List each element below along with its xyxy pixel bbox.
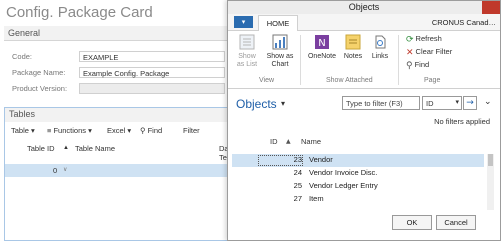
row-id: 23 [293,155,302,164]
code-field[interactable]: EXAMPLE [79,51,225,62]
row-id: 25 [293,181,302,190]
excel-menu-label: Excel [107,126,126,135]
filter-field-select[interactable]: ID ▾ [422,96,462,110]
tables-column-headers: Table ID ▲ Table Name Da Te [5,142,229,164]
show-as-chart-button[interactable]: Show as Chart [264,33,296,69]
show-as-list-label: Show as List [236,53,258,68]
ribbon-tab-strip: ▾ HOME CRONUS Canad… [228,14,500,31]
objects-dialog: Objects ▾ HOME CRONUS Canad… Show as Lis… [227,0,501,241]
company-name[interactable]: CRONUS Canad… [432,18,496,27]
find-label: Find [147,126,163,135]
objects-list: 23 Vendor 24 Vendor Invoice Disc. 25 Ven… [232,154,484,210]
notes-button[interactable]: Notes [340,33,366,61]
chart-view-icon [272,34,288,50]
col-table-id[interactable]: Table ID [27,144,55,153]
row-name: Item [309,194,324,203]
chevron-down-icon: ▾ [455,99,459,106]
notes-label: Notes [343,53,363,60]
show-as-chart-label: Show as Chart [266,53,294,68]
ribbon-separator [300,35,301,85]
filter-input[interactable]: Type to filter (F3) [342,96,420,110]
ok-button[interactable]: OK [392,215,432,230]
col-name[interactable]: Name [301,137,321,146]
onenote-icon: N [315,35,329,49]
page-title: Config. Package Card [6,4,153,21]
table-row[interactable]: 0 ∨ [5,164,229,177]
links-icon [375,35,386,49]
refresh-button[interactable]: ⟳ Refresh [406,34,442,44]
row-name: Vendor Invoice Disc. [309,168,378,177]
cancel-button[interactable]: Cancel [436,215,476,230]
chevron-down-icon[interactable]: ∨ [63,166,67,173]
links-label: Links [371,53,389,60]
binoculars-icon: ⚲ [406,60,413,70]
fasttab-general[interactable]: General [4,26,228,41]
ribbon: Show as List Show as Chart View N OneNot… [228,31,500,89]
row-id: 27 [293,194,302,203]
arrow-right-icon[interactable]: → [463,96,477,110]
onenote-button[interactable]: N OneNote [306,33,338,61]
find-button[interactable]: ⚲ Find [140,126,162,135]
clear-filter-label: Clear Filter [415,47,453,56]
sort-ascending-icon: ▲ [63,145,69,151]
scrollbar[interactable] [487,154,494,210]
group-page-label: Page [424,77,441,84]
field-label-product-version: Product Version: [12,84,68,93]
table-menu-label: Table [11,126,29,135]
tables-part: Tables Table ▾ ≡ Functions ▾ Excel ▾ ⚲ F… [4,107,230,241]
filter-button[interactable]: Filter [183,126,200,135]
close-button[interactable] [482,1,500,14]
app-menu-button[interactable]: ▾ [234,16,253,28]
clear-filter-button[interactable]: ✕ Clear Filter [406,47,453,57]
dialog-title: Objects [228,1,500,14]
col-table-name[interactable]: Table Name [75,144,115,153]
product-version-field[interactable] [79,83,225,94]
functions-menu[interactable]: ≡ Functions ▾ [47,126,92,135]
table-row[interactable]: 27 Item [232,193,484,206]
onenote-label: OneNote [307,53,337,60]
show-as-list-button[interactable]: Show as List [234,33,260,69]
filter-field-value: ID [426,99,434,108]
col-te: Te [219,153,227,162]
expand-chevron-icon[interactable]: ⌄ [484,97,492,107]
field-label-package-name: Package Name: [12,68,66,77]
col-id[interactable]: ID [270,137,278,146]
notes-icon [345,34,361,50]
group-show-attached-label: Show Attached [326,77,373,84]
filter-label: Filter [183,126,200,135]
row-name: Vendor [309,155,333,164]
field-label-code: Code: [12,52,33,61]
row-name: Vendor Ledger Entry [309,181,378,190]
links-button[interactable]: Links [368,33,392,61]
table-menu[interactable]: Table ▾ [11,126,35,135]
tables-toolbar: Table ▾ ≡ Functions ▾ Excel ▾ ⚲ Find Fil… [5,124,229,138]
find-label: Find [414,60,430,69]
scrollbar-thumb[interactable] [488,154,493,166]
ribbon-separator [398,35,399,85]
clear-filter-icon: ✕ [406,47,414,57]
refresh-label: Refresh [415,34,442,43]
row-id: 24 [293,168,302,177]
chevron-down-icon[interactable]: ▾ [281,99,285,108]
page-title[interactable]: Objects [236,97,277,111]
binoculars-icon: ⚲ [140,126,146,135]
excel-menu[interactable]: Excel ▾ [107,126,131,135]
table-row[interactable]: 24 Vendor Invoice Disc. [232,167,484,180]
list-view-icon [239,34,255,50]
table-row[interactable]: 25 Vendor Ledger Entry [232,180,484,193]
table-id-cell[interactable]: 0 [53,166,57,175]
table-row[interactable]: 23 Vendor [232,154,484,167]
svg-text:N: N [318,38,325,49]
group-view-label: View [259,77,275,84]
find-button[interactable]: ⚲ Find [406,60,430,70]
package-name-field[interactable]: Example Config. Package [79,67,225,78]
tab-home[interactable]: HOME [258,15,298,31]
fasttab-tables[interactable]: Tables [5,108,229,122]
filter-status: No filters applied [434,117,490,126]
sort-ascending-icon: ▲ [286,138,291,145]
functions-menu-label: Functions [53,126,86,135]
refresh-icon: ⟳ [406,34,414,44]
